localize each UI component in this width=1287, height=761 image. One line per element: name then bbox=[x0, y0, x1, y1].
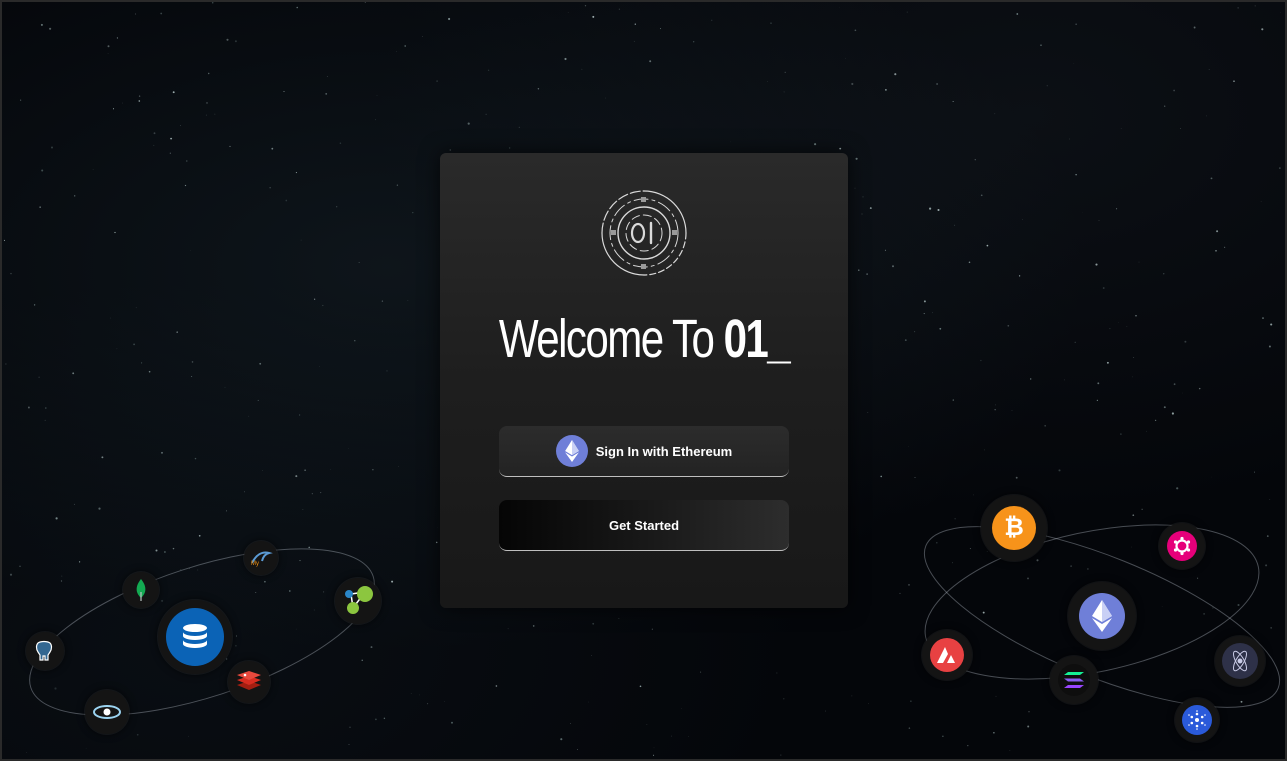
solana-icon bbox=[1050, 656, 1098, 704]
cassandra-icon bbox=[85, 690, 129, 734]
sign-in-ethereum-button[interactable]: Sign In with Ethereum bbox=[499, 426, 789, 477]
app-frame: My ₿ Welcome To 01_ Sign In with Ethereu… bbox=[0, 0, 1287, 761]
postgresql-icon bbox=[26, 632, 64, 670]
title-prefix: Welcome To bbox=[498, 309, 724, 369]
bitcoin-icon: ₿ bbox=[981, 495, 1047, 561]
ethereum-icon bbox=[1068, 582, 1136, 650]
page-title: Welcome To 01_ bbox=[485, 308, 803, 370]
avalanche-icon bbox=[922, 630, 972, 680]
welcome-card: Welcome To 01_ Sign In with Ethereum Get… bbox=[440, 153, 848, 608]
neo4j-icon bbox=[335, 578, 381, 624]
svg-text:My: My bbox=[251, 561, 259, 567]
database-icon bbox=[158, 600, 232, 674]
brand-logo-icon bbox=[601, 190, 687, 276]
redis-icon bbox=[228, 661, 270, 703]
ethereum-icon bbox=[555, 435, 588, 467]
polkadot-icon bbox=[1159, 523, 1205, 569]
cosmos-icon bbox=[1215, 636, 1265, 686]
mysql-icon: My bbox=[244, 541, 278, 575]
sign-in-label: Sign In with Ethereum bbox=[595, 443, 733, 459]
mongodb-icon bbox=[123, 572, 159, 608]
get-started-button[interactable]: Get Started bbox=[499, 500, 789, 551]
get-started-label: Get Started bbox=[608, 517, 680, 533]
cardano-icon bbox=[1175, 698, 1219, 742]
brand-name: 01_ bbox=[723, 309, 791, 369]
